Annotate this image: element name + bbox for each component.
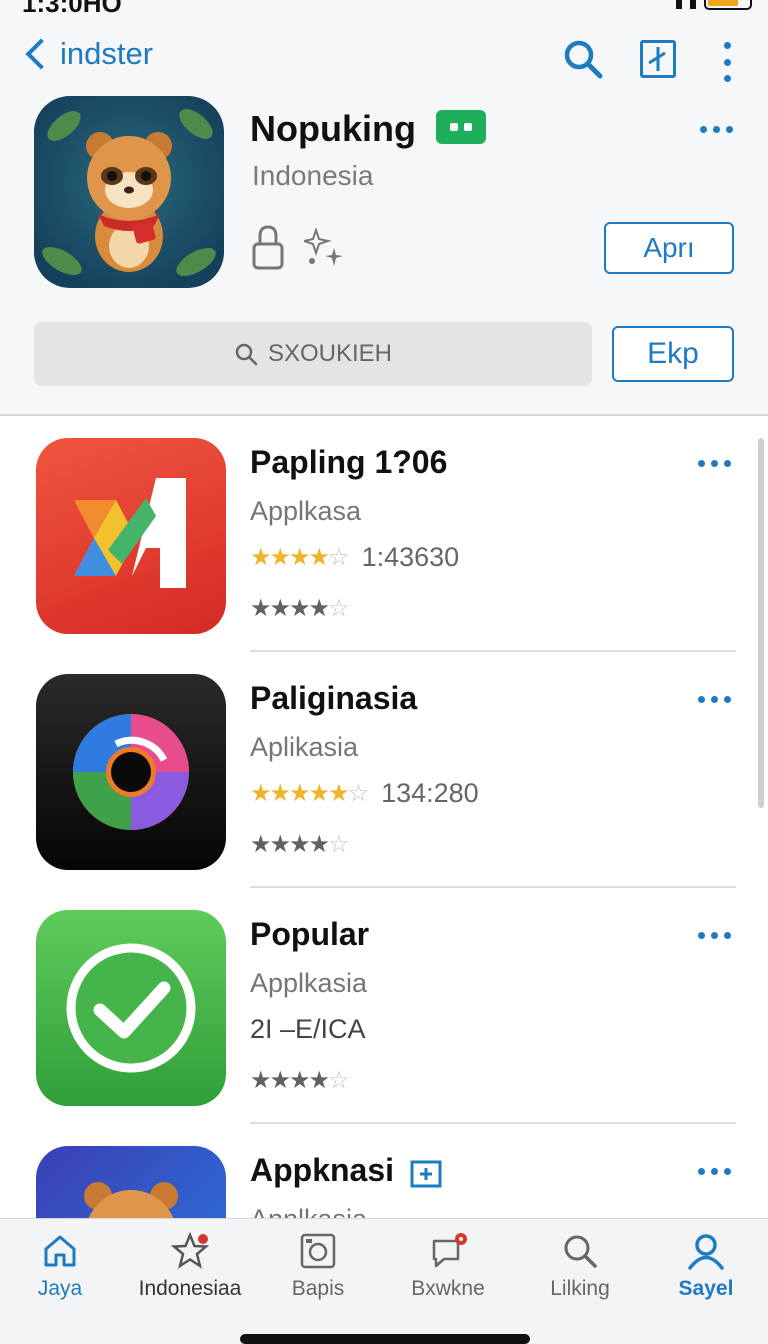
tab-bxwkne[interactable]: Bxwkne (388, 1231, 508, 1311)
search-icon[interactable] (562, 38, 604, 80)
list-item[interactable]: Popular Applkasia 2I –E/ICA ★★★★☆ (0, 888, 768, 1124)
search-icon (564, 1235, 597, 1268)
signal-icon (690, 0, 696, 9)
signal-icon (676, 0, 682, 9)
search-placeholder: SXOUKIEH (267, 340, 393, 367)
more-horizontal-icon[interactable] (698, 932, 731, 939)
app-name[interactable]: Papling 1?06 (250, 444, 447, 481)
rating-row: ★★★★☆ 1:43630 (250, 542, 459, 573)
tab-label: Jaya (37, 1277, 83, 1300)
app-region: Indonesia (252, 160, 374, 191)
rating-count: 1:43630 (361, 542, 460, 572)
app-name[interactable]: Paliginasia (250, 680, 417, 717)
home-indicator (240, 1334, 530, 1344)
status-time: 1:3:0HO (22, 0, 122, 14)
lock-icon (252, 225, 284, 270)
app-name[interactable]: Popular (250, 916, 369, 953)
swirl-logo-icon[interactable] (36, 674, 226, 870)
secondary-star-rating: ★★★★☆ (250, 831, 350, 858)
more-horizontal-icon[interactable] (700, 126, 733, 133)
app-category: Annlkasia (250, 1204, 367, 1218)
more-vertical-icon[interactable] (718, 42, 736, 82)
secondary-star-rating: ★★★★☆ (250, 1067, 350, 1094)
secondary-star-rating: ★★★★☆ (250, 595, 350, 622)
tab-label: Indonesiaa (138, 1277, 242, 1300)
tab-label: Lilking (550, 1277, 610, 1300)
list-item[interactable]: Papling 1?06 Applkasa ★★★★☆ 1:43630 ★★★★… (0, 416, 768, 652)
expand-button[interactable]: Ekp (612, 326, 734, 382)
featured-app-header: Nopuking Indonesia Aprı SXOUKIEH Ekp (0, 94, 768, 414)
tab-bapis[interactable]: Bapis (258, 1231, 378, 1311)
tab-label: Sayel (678, 1277, 734, 1300)
red-x-logo-icon[interactable] (36, 438, 226, 634)
navigation-bar: indster (0, 24, 768, 94)
rating-row: ★★★★★☆ 134:280 (250, 778, 479, 809)
get-button[interactable]: Aprı (604, 222, 734, 274)
add-box-icon (410, 1160, 442, 1188)
star-icon (170, 1231, 210, 1269)
list-item[interactable]: Paliginasia Aplikasia ★★★★★☆ 134:280 ★★★… (0, 652, 768, 888)
app-title: Nopuking (250, 108, 416, 149)
star-rating: ★★★★★☆ (250, 780, 369, 807)
list-item[interactable]: Appknasi Annlkasia (0, 1124, 768, 1218)
person-icon (688, 1234, 724, 1270)
tab-indonesia[interactable]: Indonesiaa (130, 1231, 250, 1311)
raccoon-app-icon[interactable] (34, 96, 224, 288)
app-category: Applkasa (250, 496, 362, 526)
back-label: indster (60, 36, 154, 71)
status-bar: 1:3:0HO (0, 0, 768, 14)
status-indicators (676, 0, 752, 10)
controller-badge-icon (436, 110, 486, 144)
rating-count: 134:280 (381, 778, 479, 808)
search-input[interactable]: SXOUKIEH (34, 322, 592, 386)
app-name[interactable]: Appknasi (250, 1152, 394, 1189)
home-icon (44, 1235, 76, 1267)
split-view-icon[interactable] (640, 40, 676, 78)
tab-lilking[interactable]: Lilking (520, 1231, 640, 1311)
tab-label: Bapis (291, 1277, 345, 1300)
app-category: Aplikasia (250, 732, 359, 762)
chat-bubble-icon (432, 1233, 467, 1268)
tab-home[interactable]: Jaya (0, 1231, 120, 1311)
more-horizontal-icon[interactable] (698, 1168, 731, 1175)
app-category: Applkasia (250, 968, 368, 998)
more-horizontal-icon[interactable] (698, 696, 731, 703)
sparkle-icon (304, 228, 343, 266)
chevron-left-icon (25, 38, 57, 70)
tab-label: Bxwkne (411, 1277, 485, 1300)
battery-icon (704, 0, 752, 10)
star-rating: ★★★★☆ (250, 544, 350, 571)
rating-row: 2I –E/ICA (250, 1014, 366, 1045)
more-horizontal-icon[interactable] (698, 460, 731, 467)
split-view-glyph (648, 47, 666, 71)
tab-sayel[interactable]: Sayel (646, 1231, 766, 1311)
search-icon (235, 343, 258, 366)
camera-icon (300, 1233, 336, 1269)
back-button[interactable]: indster (20, 36, 153, 72)
raccoon-icon[interactable] (36, 1146, 226, 1218)
app-list[interactable]: Papling 1?06 Applkasa ★★★★☆ 1:43630 ★★★★… (0, 416, 768, 1218)
tab-bar: Jaya Indonesiaa Bapis Bxwkne Lilking Say… (0, 1218, 768, 1344)
checkmark-icon[interactable] (36, 910, 226, 1106)
rating-count: 2I –E/ICA (250, 1014, 366, 1044)
